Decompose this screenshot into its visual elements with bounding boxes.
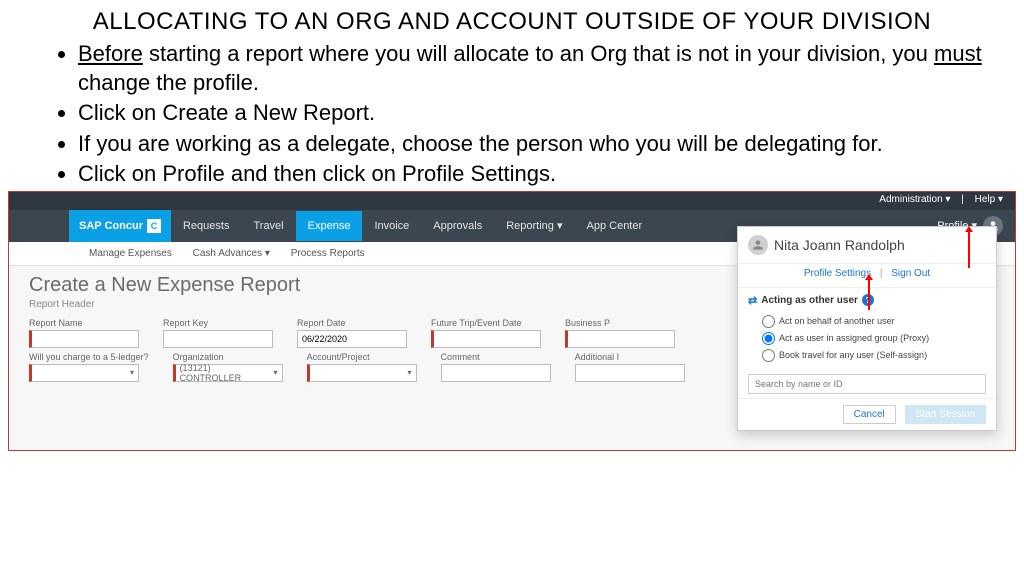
nav-travel[interactable]: Travel [241, 211, 295, 241]
subnav-cash[interactable]: Cash Advances ▾ [193, 248, 270, 259]
nav-requests[interactable]: Requests [171, 211, 241, 241]
slide-title: ALLOCATING TO AN ORG AND ACCOUNT OUTSIDE… [0, 0, 1024, 40]
nav-appcenter[interactable]: App Center [575, 211, 655, 241]
help-link[interactable]: Help ▾ [975, 194, 1003, 205]
popover-avatar-icon [748, 235, 768, 255]
shuffle-icon: ⇄ [748, 294, 757, 307]
profile-settings-link[interactable]: Profile Settings [804, 268, 871, 279]
input-report-date[interactable] [297, 330, 407, 348]
annotation-arrow-settings [868, 280, 870, 310]
input-additional[interactable] [575, 364, 685, 382]
bullet-3: If you are working as a delegate, choose… [78, 130, 984, 159]
input-report-key[interactable] [163, 330, 273, 348]
sign-out-link[interactable]: Sign Out [891, 268, 930, 279]
acting-radios: Act on behalf of another user Act as use… [738, 311, 996, 370]
select-ledger[interactable] [29, 364, 139, 382]
logo[interactable]: SAP ConcurC [69, 210, 171, 242]
admin-bar: Administration ▾ | Help ▾ [9, 192, 1015, 210]
bullet-list: Before starting a report where you will … [0, 40, 1024, 189]
radio-proxy[interactable]: Act as user in assigned group (Proxy) [762, 330, 986, 347]
label-org: Organization [173, 352, 283, 362]
label-additional: Additional I [575, 352, 685, 362]
select-org[interactable]: (13121) CONTROLLER [173, 364, 283, 382]
logo-c-icon: C [147, 219, 161, 233]
label-comment: Comment [441, 352, 551, 362]
divider: | [880, 268, 883, 279]
cancel-button[interactable]: Cancel [843, 405, 896, 424]
bullet-1: Before starting a report where you will … [78, 40, 984, 97]
popover-username: Nita Joann Randolph [774, 237, 905, 253]
input-report-name[interactable] [29, 330, 139, 348]
nav-invoice[interactable]: Invoice [362, 211, 421, 241]
divider: | [961, 194, 964, 205]
radio-self[interactable]: Book travel for any user (Self-assign) [762, 347, 986, 364]
label-account: Account/Project [307, 352, 417, 362]
input-comment[interactable] [441, 364, 551, 382]
input-business[interactable] [565, 330, 675, 348]
label-business: Business P [565, 318, 675, 328]
subnav-manage[interactable]: Manage Expenses [89, 248, 172, 259]
nav-expense[interactable]: Expense [296, 211, 363, 241]
label-report-date: Report Date [297, 318, 407, 328]
input-trip-date[interactable] [431, 330, 541, 348]
annotation-arrow-profile [968, 232, 970, 268]
acting-header: ⇄ Acting as other user ? [738, 287, 996, 311]
nav-approvals[interactable]: Approvals [421, 211, 494, 241]
radio-behalf[interactable]: Act on behalf of another user [762, 313, 986, 330]
label-ledger: Will you charge to a 5-ledger? [29, 352, 149, 362]
subnav-process[interactable]: Process Reports [291, 248, 365, 259]
admin-link[interactable]: Administration ▾ [879, 194, 950, 205]
profile-popover: Nita Joann Randolph Profile Settings | S… [737, 226, 997, 431]
bullet-2: Click on Create a New Report. [78, 99, 984, 128]
search-user-input[interactable] [748, 374, 986, 394]
nav-reporting[interactable]: Reporting ▾ [494, 210, 574, 241]
start-session-button[interactable]: Start Session [905, 405, 986, 424]
label-trip-date: Future Trip/Event Date [431, 318, 541, 328]
label-report-key: Report Key [163, 318, 273, 328]
label-report-name: Report Name [29, 318, 139, 328]
select-account[interactable] [307, 364, 417, 382]
bullet-4: Click on Profile and then click on Profi… [78, 160, 984, 189]
screenshot-panel: Administration ▾ | Help ▾ SAP ConcurC Re… [8, 191, 1016, 451]
